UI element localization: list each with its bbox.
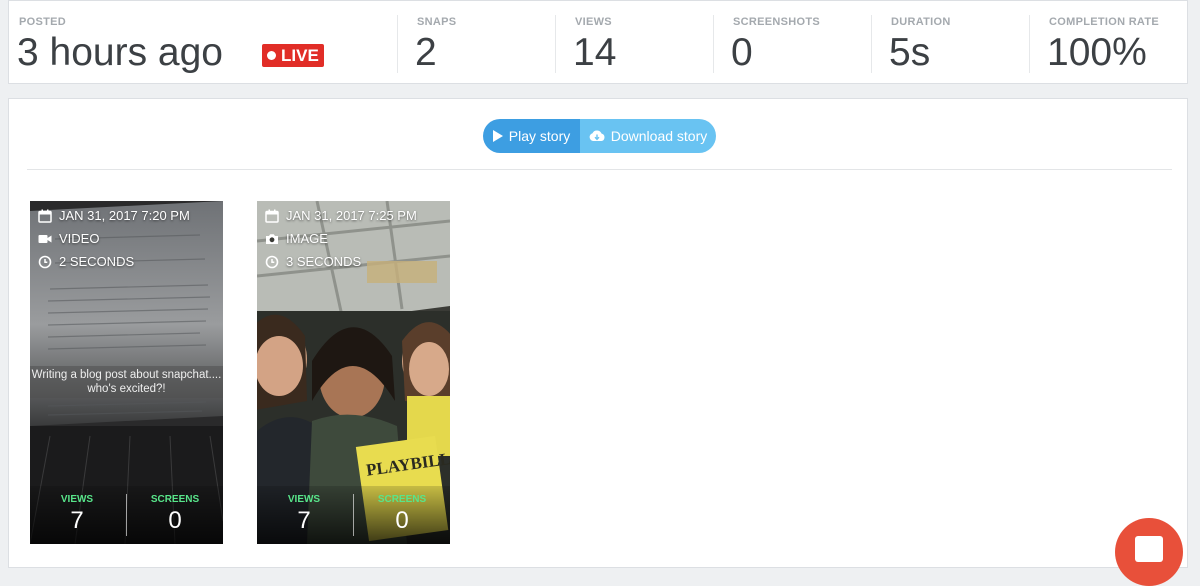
live-badge: LIVE — [262, 44, 324, 67]
stat-value: 5s — [889, 31, 931, 74]
snap-views: VIEWS 7 — [32, 494, 122, 535]
stat-posted: POSTED 3 hours ago LIVE — [9, 1, 397, 85]
stat-views: VIEWS 14 — [565, 1, 715, 85]
clock-icon — [265, 255, 279, 269]
snap-duration: 3 SECONDS — [265, 254, 361, 269]
divider — [555, 15, 556, 73]
stat-snaps: SNAPS 2 — [407, 1, 557, 85]
snap-screens-count: 0 — [168, 507, 182, 534]
snap-views-count: 7 — [70, 507, 84, 534]
stat-label: VIEWS — [575, 16, 612, 28]
divider — [397, 15, 398, 73]
stat-value: 14 — [573, 31, 617, 74]
stat-value: 0 — [731, 31, 753, 74]
snap-views-label: VIEWS — [287, 494, 321, 505]
divider — [871, 15, 872, 73]
clock-icon — [38, 255, 52, 269]
snap-stats: VIEWS 7 SCREENS 0 — [30, 486, 223, 544]
snap-caption: Writing a blog post about snapchat.... w… — [30, 366, 223, 398]
snap-date-text: JAN 31, 2017 7:20 PM — [59, 208, 190, 223]
chat-launcher-button[interactable] — [1115, 518, 1183, 586]
snap-duration: 2 SECONDS — [38, 254, 134, 269]
snap-type: VIDEO — [38, 231, 99, 246]
snap-screens-label: SCREENS — [377, 494, 427, 505]
chat-icon — [1135, 536, 1163, 562]
camera-icon — [265, 232, 279, 246]
divider — [27, 169, 1172, 170]
stat-label: COMPLETION RATE — [1049, 16, 1160, 28]
snap-views-count: 7 — [297, 507, 311, 534]
divider — [1029, 15, 1030, 73]
story-panel: Play story Download story Writing a blog… — [8, 98, 1188, 568]
stat-value: 3 hours ago — [17, 31, 223, 74]
stat-label: SCREENSHOTS — [733, 16, 821, 28]
snap-card[interactable]: Writing a blog post about snapchat.... w… — [30, 201, 223, 544]
play-icon — [492, 130, 503, 142]
cloud-download-icon — [589, 130, 605, 142]
stat-duration: DURATION 5s — [881, 1, 1031, 85]
stat-label: DURATION — [891, 16, 951, 28]
snap-views: VIEWS 7 — [259, 494, 349, 535]
snap-date: JAN 31, 2017 7:25 PM — [265, 208, 417, 223]
stat-label: SNAPS — [417, 16, 457, 28]
snap-card[interactable]: PLAYBILL JAN 31, 2017 7:25 PM IMAGE 3 SE… — [257, 201, 450, 544]
calendar-icon — [265, 209, 279, 223]
divider — [353, 494, 354, 536]
stat-label: POSTED — [19, 16, 67, 28]
snap-screens-count: 0 — [395, 507, 409, 534]
snap-duration-text: 2 SECONDS — [59, 254, 135, 269]
play-story-button[interactable]: Play story — [483, 119, 580, 153]
snap-views-label: VIEWS — [60, 494, 94, 505]
snap-screens-label: SCREENS — [150, 494, 200, 505]
snap-stats: VIEWS 7 SCREENS 0 — [257, 486, 450, 544]
live-badge-label: LIVE — [281, 46, 319, 65]
snap-type: IMAGE — [265, 231, 328, 246]
snap-screens: SCREENS 0 — [130, 494, 220, 535]
video-camera-icon — [38, 232, 52, 246]
story-actions: Play story Download story — [483, 119, 716, 153]
snap-type-text: IMAGE — [286, 231, 328, 246]
stat-value: 2 — [415, 31, 437, 74]
snap-screens: SCREENS 0 — [357, 494, 447, 535]
stat-screenshots: SCREENSHOTS 0 — [723, 1, 873, 85]
divider — [713, 15, 714, 73]
play-story-label: Play story — [508, 128, 571, 144]
calendar-icon — [38, 209, 52, 223]
download-story-label: Download story — [610, 128, 708, 144]
divider — [126, 494, 127, 536]
stat-completion-rate: COMPLETION RATE 100% — [1039, 1, 1187, 85]
download-story-button[interactable]: Download story — [580, 119, 716, 153]
snap-date-text: JAN 31, 2017 7:25 PM — [286, 208, 417, 223]
story-stats-bar: POSTED 3 hours ago LIVE SNAPS 2 VIEWS 14… — [8, 0, 1188, 84]
snap-duration-text: 3 SECONDS — [286, 254, 362, 269]
snap-date: JAN 31, 2017 7:20 PM — [38, 208, 190, 223]
snap-type-text: VIDEO — [59, 231, 100, 246]
live-dot-icon — [267, 51, 276, 60]
stat-value: 100% — [1047, 31, 1147, 74]
